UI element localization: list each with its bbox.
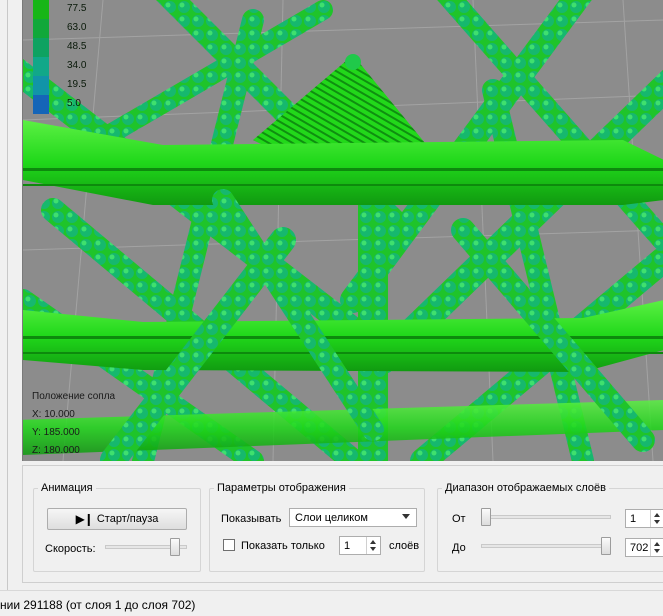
spin-up-icon[interactable] — [654, 513, 660, 517]
legend-swatch — [33, 57, 49, 76]
show-only-label: Показать только — [241, 540, 325, 552]
legend-swatch — [33, 19, 49, 38]
nozzle-y: Y: 185.000 — [32, 427, 80, 438]
legend-entry: 19.5 — [33, 76, 87, 95]
spin-down-icon[interactable] — [654, 549, 660, 553]
controls-panel: Анимация ▶❙ Старт/пауза Скорость: Параме… — [22, 465, 663, 583]
legend-entry: 77.5 — [33, 0, 87, 19]
from-layer-spinbox[interactable]: 1 — [625, 509, 663, 528]
chevron-down-icon — [402, 514, 410, 519]
layers-suffix-label: слоёв — [389, 540, 420, 552]
display-params-title: Параметры отображения — [217, 482, 346, 494]
show-mode-label: Показывать — [221, 513, 282, 525]
gcode-3d-viewport[interactable]: 77.5 63.0 48.5 34.0 19.5 5.0 Положение с… — [22, 0, 663, 461]
window-left-border — [0, 0, 8, 590]
spin-buttons[interactable] — [650, 510, 663, 527]
height-legend: 77.5 63.0 48.5 34.0 19.5 5.0 — [33, 0, 87, 114]
legend-entry: 63.0 — [33, 19, 87, 38]
nozzle-position: Положение сопла X: 10.000 Y: 185.000 Z: … — [32, 388, 115, 460]
display-params-group: Параметры отображения — [209, 482, 425, 572]
legend-entry: 48.5 — [33, 38, 87, 57]
to-slider-track[interactable] — [481, 544, 611, 548]
from-slider-thumb[interactable] — [481, 508, 491, 526]
legend-label: 34.0 — [67, 60, 87, 71]
to-slider-thumb[interactable] — [601, 537, 611, 555]
spin-buttons[interactable] — [366, 537, 380, 554]
toolpath-render — [23, 0, 663, 461]
show-only-checkbox[interactable] — [223, 539, 235, 551]
legend-swatch — [33, 76, 49, 95]
legend-swatch — [33, 0, 49, 19]
spin-up-icon[interactable] — [370, 540, 376, 544]
from-layer-value: 1 — [630, 513, 637, 525]
legend-label: 19.5 — [67, 79, 87, 90]
legend-label: 77.5 — [67, 3, 87, 14]
to-layer-value: 702 — [630, 542, 649, 554]
start-pause-button[interactable]: ▶❙ Старт/пауза — [47, 508, 187, 530]
spin-down-icon[interactable] — [654, 520, 660, 524]
to-label: До — [452, 542, 466, 554]
legend-label: 5.0 — [67, 98, 81, 109]
legend-label: 48.5 — [67, 41, 87, 52]
to-layer-spinbox[interactable]: 702 — [625, 538, 663, 557]
play-pause-icon: ▶❙ — [75, 512, 94, 526]
from-label: От — [452, 513, 466, 525]
legend-swatch — [33, 95, 49, 114]
show-only-layers-value: 1 — [344, 540, 351, 552]
from-slider-track[interactable] — [481, 515, 611, 519]
layer-range-title: Диапазон отображаемых слоёв — [445, 482, 607, 494]
legend-entry: 34.0 — [33, 57, 87, 76]
nozzle-z: Z: 180.000 — [32, 445, 80, 456]
spin-buttons[interactable] — [650, 539, 663, 556]
animation-group-title: Анимация — [41, 482, 93, 494]
nozzle-x: X: 10.000 — [32, 409, 75, 420]
spin-down-icon[interactable] — [370, 547, 376, 551]
status-bar: нии 291188 (от слоя 1 до слоя 702) — [0, 590, 663, 616]
show-mode-select[interactable]: Слои целиком — [289, 508, 417, 527]
show-only-layers-spinbox[interactable]: 1 — [339, 536, 381, 555]
legend-swatch — [33, 38, 49, 57]
speed-slider-thumb[interactable] — [169, 538, 180, 556]
spin-up-icon[interactable] — [654, 542, 660, 546]
legend-entry: 5.0 — [33, 95, 83, 114]
speed-label: Скорость: — [45, 543, 96, 555]
nozzle-position-title: Положение сопла — [32, 391, 116, 402]
legend-label: 63.0 — [67, 22, 87, 33]
show-mode-value: Слои целиком — [295, 511, 368, 524]
start-pause-label: Старт/пауза — [96, 513, 159, 525]
status-text: нии 291188 (от слоя 1 до слоя 702) — [0, 598, 196, 612]
